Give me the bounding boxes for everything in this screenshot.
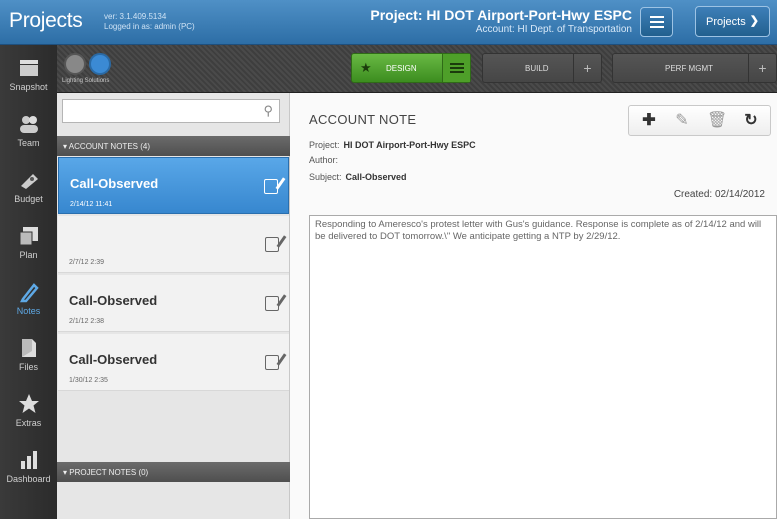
version-info: ver: 3.1.409.5134 Logged in as: admin (P…	[104, 12, 195, 32]
project-title: Project: HI DOT Airport-Port-Hwy ESPC	[370, 7, 632, 23]
project-meta: Project: HI DOT Airport-Port-Hwy ESPC	[309, 140, 476, 150]
phase-design-label: DESIGN	[386, 64, 417, 73]
dashboard-icon	[20, 451, 37, 469]
note-detail-pane: ACCOUNT NOTE ✚ ✎ 🗑 ↻ Project: HI DOT Airp…	[290, 93, 777, 519]
collapse-icon: ▾	[63, 468, 68, 477]
add-perf-icon[interactable]: +	[748, 54, 776, 82]
note-actions: ✚ ✎ 🗑 ↻	[628, 105, 771, 136]
subject-label: Subject:	[309, 172, 342, 182]
sidebar-item-dashboard[interactable]: Dashboard	[0, 441, 57, 497]
top-header: Projects ver: 3.1.409.5134 Logged in as:…	[0, 0, 777, 45]
edit-icon[interactable]	[265, 237, 279, 252]
add-icon[interactable]: ✚	[639, 110, 659, 132]
phase-perf-mgmt-button[interactable]: PERF MGMT +	[612, 53, 777, 83]
projects-dropdown[interactable]: Projects ❯	[695, 6, 770, 37]
star-icon	[18, 394, 39, 413]
add-build-icon[interactable]: +	[573, 54, 601, 82]
list-item[interactable]: 2/7/12 2:39	[58, 216, 289, 273]
list-item[interactable]: Call-Observed 1/30/12 2:35	[58, 334, 289, 391]
note-date: 2/7/12 2:39	[69, 259, 105, 266]
account-title: Account: HI Dept. of Transportation	[475, 24, 632, 35]
sidebar-item-label: Budget	[14, 194, 43, 204]
edit-icon[interactable]	[265, 296, 279, 311]
note-title: Call-Observed	[69, 352, 158, 367]
app-logo[interactable]: Projects	[9, 9, 83, 33]
subject-meta: Subject: Call-Observed	[309, 172, 407, 182]
account-notes-label: ACCOUNT NOTES (4)	[68, 142, 150, 151]
menu-button[interactable]	[640, 7, 673, 37]
files-icon	[21, 339, 36, 357]
notes-icon	[19, 283, 39, 303]
sidebar-item-label: Plan	[19, 250, 38, 260]
sidebar-item-team[interactable]: Team	[0, 105, 57, 161]
project-label: Project:	[309, 140, 340, 150]
pencil-icon[interactable]: ✎	[672, 110, 692, 132]
author-label: Author:	[309, 155, 339, 165]
note-title: Call-Observed	[69, 293, 158, 308]
projects-dropdown-label: Projects	[706, 16, 746, 28]
sidebar-item-label: Snapshot	[9, 82, 48, 92]
lighting-solutions-label: Lighting Solutions	[62, 78, 110, 84]
project-notes-label: PROJECT NOTES (0)	[69, 468, 149, 477]
sidebar-item-budget[interactable]: Budget	[0, 161, 57, 217]
design-menu-icon[interactable]	[442, 54, 470, 82]
phase-design-button[interactable]: ★ DESIGN	[351, 53, 471, 83]
notes-list-pane: ⚲ ▾ ACCOUNT NOTES (4) Call-Observed 2/14…	[57, 93, 290, 519]
version-text: ver: 3.1.409.5134	[104, 12, 167, 21]
snapshot-icon	[19, 60, 38, 76]
team-icon	[19, 116, 38, 133]
list-item[interactable]: Call-Observed 2/1/12 2:38	[58, 275, 289, 332]
star-icon: ★	[360, 60, 372, 75]
lightbulb-icon[interactable]	[64, 53, 86, 75]
project-value: HI DOT Airport-Port-Hwy ESPC	[343, 140, 476, 150]
sidebar-item-extras[interactable]: Extras	[0, 385, 57, 441]
sidebar-item-label: Team	[17, 138, 40, 148]
phase-build-button[interactable]: BUILD +	[482, 53, 602, 83]
collapse-icon: ▾	[63, 142, 68, 151]
trash-icon[interactable]: 🗑	[707, 110, 727, 132]
phase-perf-label: PERF MGMT	[665, 64, 713, 73]
subject-value: Call-Observed	[345, 172, 407, 182]
phase-build-label: BUILD	[525, 64, 549, 73]
account-notes-header[interactable]: ▾ ACCOUNT NOTES (4)	[57, 136, 290, 156]
budget-icon	[20, 174, 38, 189]
edit-icon[interactable]	[264, 179, 278, 194]
plan-icon	[19, 227, 38, 246]
note-title: Call-Observed	[70, 176, 159, 191]
sidebar-item-plan[interactable]: Plan	[0, 217, 57, 273]
lightning-icon[interactable]	[89, 53, 111, 75]
sidebar-item-label: Extras	[15, 418, 42, 428]
chevron-down-icon: ❯	[749, 15, 759, 27]
search-input[interactable]: ⚲	[62, 99, 280, 123]
created-date: Created: 02/14/2012	[673, 189, 765, 200]
note-date: 2/14/12 11:41	[70, 201, 113, 208]
logged-in-text: Logged in as: admin (PC)	[104, 22, 195, 31]
sidebar-item-notes[interactable]: Notes	[0, 273, 57, 329]
sidebar-item-label: Dashboard	[6, 474, 51, 484]
list-item[interactable]: Call-Observed 2/14/12 11:41	[58, 157, 289, 214]
sidebar-item-label: Notes	[16, 306, 41, 316]
edit-icon[interactable]	[265, 355, 279, 370]
search-icon[interactable]: ⚲	[263, 103, 273, 119]
sidebar-item-files[interactable]: Files	[0, 329, 57, 385]
sidebar: Snapshot Team Budget Plan Notes Files Ex…	[0, 45, 57, 519]
author-meta: Author:	[309, 155, 342, 165]
note-date: 1/30/12 2:35	[69, 377, 108, 384]
phase-toolbar: Lighting Solutions ★ DESIGN BUILD + PERF…	[57, 45, 777, 93]
sidebar-item-snapshot[interactable]: Snapshot	[0, 49, 57, 105]
project-notes-header[interactable]: ▾ PROJECT NOTES (0)	[57, 462, 290, 482]
note-body-textarea[interactable]: Responding to Ameresco's protest letter …	[309, 215, 777, 519]
sidebar-item-label: Files	[18, 362, 38, 372]
project-title-block: Project: HI DOT Airport-Port-Hwy ESPC Ac…	[370, 7, 632, 35]
refresh-icon[interactable]: ↻	[741, 110, 761, 132]
note-date: 2/1/12 2:38	[69, 318, 105, 325]
page-title: ACCOUNT NOTE	[309, 112, 417, 127]
